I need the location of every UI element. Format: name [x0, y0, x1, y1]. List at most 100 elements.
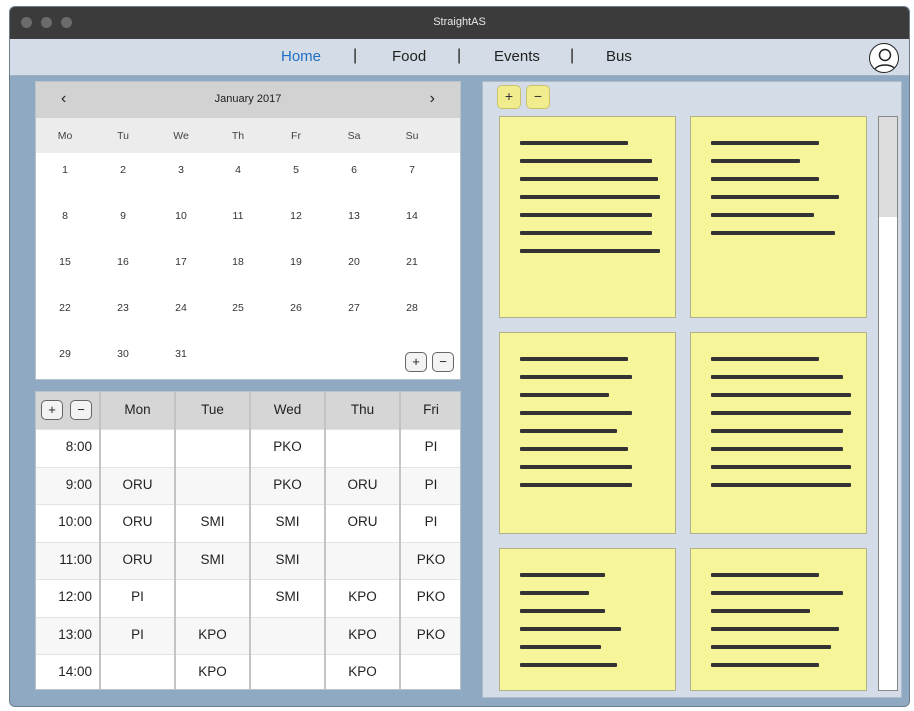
timetable-cell[interactable]	[325, 552, 400, 572]
timetable-cell[interactable]: PKO	[400, 552, 460, 572]
calendar-date[interactable]: 24	[161, 302, 201, 314]
note-text-line	[711, 627, 839, 631]
nav-events[interactable]: Events	[494, 48, 540, 65]
calendar-date[interactable]: 20	[334, 256, 374, 268]
timetable-cell[interactable]: PI	[400, 439, 460, 459]
timetable-column-divider	[324, 392, 326, 689]
timetable-cell[interactable]: SMI	[250, 514, 325, 534]
timetable-cell[interactable]	[175, 477, 250, 497]
timetable-add-button[interactable]: +	[41, 400, 63, 420]
sticky-note[interactable]	[690, 332, 867, 534]
timetable-cell[interactable]	[250, 664, 325, 684]
timetable-cell[interactable]	[175, 439, 250, 459]
calendar-date[interactable]: 27	[334, 302, 374, 314]
calendar-date[interactable]: 29	[45, 348, 85, 360]
timetable-cell[interactable]: PKO	[400, 627, 460, 647]
calendar-date[interactable]: 1	[45, 164, 85, 176]
timetable-cell[interactable]: SMI	[250, 552, 325, 572]
calendar-date[interactable]: 5	[276, 164, 316, 176]
calendar-date[interactable]: 11	[218, 210, 258, 222]
timetable-remove-button[interactable]: −	[70, 400, 92, 420]
calendar-date[interactable]: 30	[103, 348, 143, 360]
nav-food[interactable]: Food	[392, 48, 426, 65]
timetable-cell[interactable]: KPO	[175, 664, 250, 684]
calendar-date[interactable]: 10	[161, 210, 201, 222]
timetable-cell[interactable]: SMI	[175, 552, 250, 572]
timetable-cell[interactable]: KPO	[175, 627, 250, 647]
user-avatar-icon[interactable]	[869, 43, 899, 73]
calendar-date[interactable]: 12	[276, 210, 316, 222]
calendar-add-button[interactable]: +	[405, 352, 427, 372]
calendar-date[interactable]: 18	[218, 256, 258, 268]
note-text-line	[520, 573, 605, 577]
calendar-date[interactable]: 4	[218, 164, 258, 176]
timetable-cell[interactable]	[100, 664, 175, 684]
timetable-cell[interactable]	[250, 627, 325, 647]
sticky-note[interactable]	[690, 116, 867, 318]
calendar-date[interactable]: 23	[103, 302, 143, 314]
calendar-date[interactable]: 17	[161, 256, 201, 268]
timetable-cell[interactable]: PI	[400, 477, 460, 497]
notes-remove-button[interactable]: −	[526, 85, 550, 109]
notes-scrollbar-thumb[interactable]	[879, 117, 897, 217]
calendar-date[interactable]: 2	[103, 164, 143, 176]
calendar-date[interactable]: 13	[334, 210, 374, 222]
calendar-day-names: Mo Tu We Th Fr Sa Su	[36, 118, 460, 153]
timetable-cell[interactable]	[400, 664, 460, 684]
calendar-date[interactable]: 9	[103, 210, 143, 222]
timetable-cell[interactable]: SMI	[250, 589, 325, 609]
sticky-note[interactable]	[690, 548, 867, 691]
calendar-date[interactable]: 16	[103, 256, 143, 268]
note-text-line	[520, 483, 632, 487]
calendar-date[interactable]: 15	[45, 256, 85, 268]
timetable-cell[interactable]: ORU	[100, 477, 175, 497]
day-name: Tu	[117, 130, 129, 142]
notes-add-button[interactable]: +	[497, 85, 521, 109]
sticky-note[interactable]	[499, 332, 676, 534]
calendar-date[interactable]: 31	[161, 348, 201, 360]
timetable-cell[interactable]: PI	[100, 627, 175, 647]
timetable-time-label: 9:00	[65, 476, 92, 492]
timetable: + − Mon Tue Wed Thu Fri 8:00 PKO PI 9:00 ORU PKO ORU P…	[35, 391, 461, 690]
timetable-cell[interactable]: KPO	[325, 589, 400, 609]
calendar-date[interactable]: 14	[392, 210, 432, 222]
timetable-cell[interactable]	[325, 439, 400, 459]
calendar-date[interactable]: 28	[392, 302, 432, 314]
timetable-cell[interactable]	[175, 589, 250, 609]
timetable-cell[interactable]: ORU	[100, 514, 175, 534]
calendar-date[interactable]: 21	[392, 256, 432, 268]
timetable-cell[interactable]	[100, 439, 175, 459]
timetable-cell[interactable]: PKO	[250, 477, 325, 497]
note-text-line	[711, 213, 814, 217]
timetable-column-divider	[249, 392, 251, 689]
note-text-line	[711, 573, 819, 577]
nav-bus[interactable]: Bus	[606, 48, 632, 65]
calendar-next-month-button[interactable]: ›	[430, 90, 435, 108]
timetable-cell[interactable]: PKO	[400, 589, 460, 609]
timetable-cell[interactable]: KPO	[325, 627, 400, 647]
calendar-date[interactable]: 8	[45, 210, 85, 222]
timetable-cell[interactable]: ORU	[100, 552, 175, 572]
timetable-cell[interactable]: PKO	[250, 439, 325, 459]
note-text-line	[711, 357, 819, 361]
calendar-date[interactable]: 25	[218, 302, 258, 314]
calendar-date[interactable]: 26	[276, 302, 316, 314]
timetable-cell[interactable]: KPO	[325, 664, 400, 684]
calendar-remove-button[interactable]: −	[432, 352, 454, 372]
timetable-cell[interactable]: PI	[100, 589, 175, 609]
timetable-cell[interactable]: ORU	[325, 514, 400, 534]
nav-home[interactable]: Home	[281, 48, 321, 65]
sticky-note[interactable]	[499, 548, 676, 691]
timetable-cell[interactable]: SMI	[175, 514, 250, 534]
notes-scrollbar[interactable]	[878, 116, 898, 691]
timetable-time-label: 11:00	[59, 551, 92, 567]
calendar-date[interactable]: 7	[392, 164, 432, 176]
timetable-cell[interactable]: ORU	[325, 477, 400, 497]
sticky-note[interactable]	[499, 116, 676, 318]
calendar-date[interactable]: 6	[334, 164, 374, 176]
timetable-cell[interactable]: PI	[400, 514, 460, 534]
calendar-date[interactable]: 22	[45, 302, 85, 314]
note-text-line	[520, 447, 628, 451]
calendar-date[interactable]: 3	[161, 164, 201, 176]
calendar-date[interactable]: 19	[276, 256, 316, 268]
